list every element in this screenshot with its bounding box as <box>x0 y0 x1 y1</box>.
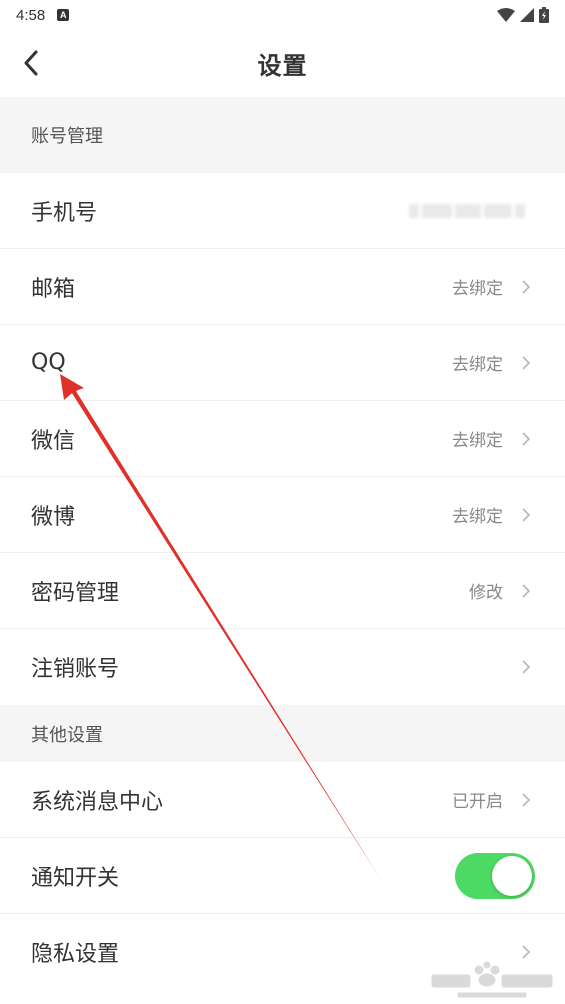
section-header-account: 账号管理 <box>0 97 565 173</box>
page-title: 设置 <box>257 52 308 80</box>
notification-toggle[interactable] <box>455 852 535 899</box>
row-password[interactable]: 密码管理 修改 <box>0 553 565 629</box>
chevron-right-icon <box>522 792 531 807</box>
masked-phone-number <box>409 203 525 218</box>
row-label: 隐私设置 <box>31 942 120 967</box>
row-email[interactable]: 邮箱 去绑定 <box>0 249 565 325</box>
chevron-right-icon <box>522 355 531 370</box>
row-right: 修改 <box>469 578 531 603</box>
row-label: 密码管理 <box>31 580 120 606</box>
row-right <box>521 659 531 675</box>
chevron-right-icon <box>522 431 531 446</box>
row-weibo[interactable]: 微博 去绑定 <box>0 477 565 553</box>
row-label: 注销账号 <box>31 657 120 682</box>
row-right: 已开启 <box>452 787 531 812</box>
section-header-other: 其他设置 <box>0 705 565 762</box>
back-arrow-icon <box>24 50 38 76</box>
row-right: 去绑定 <box>452 426 531 451</box>
wifi-icon <box>497 8 515 22</box>
row-label: 手机号 <box>31 200 98 226</box>
row-label: 微博 <box>31 504 76 530</box>
status-bar: 4:58 A <box>0 0 565 30</box>
app-notification-letter: A <box>59 9 67 20</box>
row-right: 去绑定 <box>452 350 531 375</box>
row-value: 去绑定 <box>452 431 503 451</box>
row-label: QQ <box>31 350 66 375</box>
chevron-right-icon <box>522 660 531 674</box>
row-value: 修改 <box>469 583 503 603</box>
row-label: 系统消息中心 <box>31 789 164 815</box>
status-time: 4:58 <box>16 6 46 24</box>
row-delete-account[interactable]: 注销账号 <box>0 629 565 705</box>
row-label: 通知开关 <box>31 865 120 891</box>
chevron-right-icon <box>522 583 531 598</box>
row-wechat[interactable]: 微信 去绑定 <box>0 401 565 477</box>
signal-icon <box>520 8 534 22</box>
back-button[interactable] <box>14 46 48 80</box>
row-notification-switch: 通知开关 <box>0 838 565 914</box>
row-value: 已开启 <box>452 792 503 812</box>
nav-bar: 设置 <box>0 30 565 97</box>
row-right <box>455 852 535 899</box>
row-right: 去绑定 <box>452 502 531 527</box>
row-qq[interactable]: QQ 去绑定 <box>0 325 565 401</box>
row-right: 去绑定 <box>452 274 531 299</box>
app-notification-icon: A <box>57 9 70 21</box>
row-value: 去绑定 <box>452 507 503 527</box>
chevron-right-icon <box>522 279 531 294</box>
toggle-knob <box>492 855 532 896</box>
row-label: 邮箱 <box>31 276 76 302</box>
row-system-messages[interactable]: 系统消息中心 已开启 <box>0 762 565 838</box>
battery-icon <box>539 7 549 23</box>
row-label: 微信 <box>31 428 76 454</box>
row-value: 去绑定 <box>452 355 503 375</box>
baidu-watermark-logo <box>430 960 554 999</box>
row-value: 去绑定 <box>452 279 503 299</box>
row-phone[interactable]: 手机号 <box>0 173 565 249</box>
chevron-right-icon <box>522 507 531 522</box>
row-right <box>409 203 531 218</box>
status-icons <box>497 7 549 23</box>
